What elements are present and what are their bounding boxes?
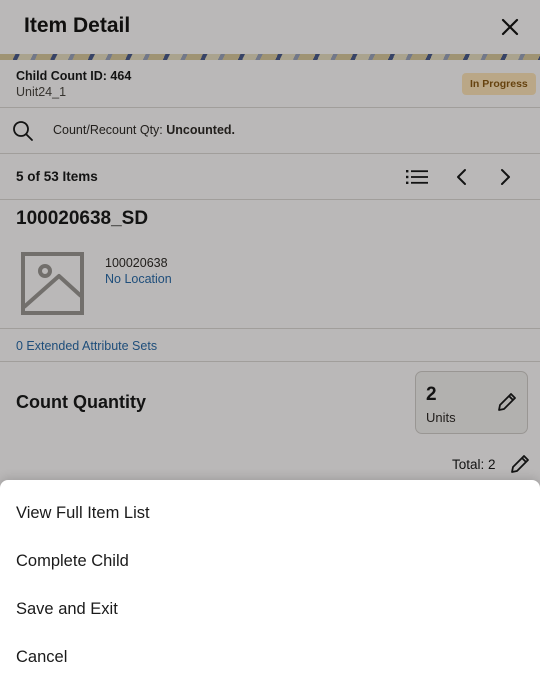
cancel-option[interactable]: Cancel bbox=[16, 648, 67, 667]
save-and-exit-option[interactable]: Save and Exit bbox=[16, 600, 118, 619]
complete-child-option[interactable]: Complete Child bbox=[16, 552, 129, 571]
view-full-item-list-option[interactable]: View Full Item List bbox=[16, 504, 150, 523]
actions-bottom-sheet: View Full Item List Complete Child Save … bbox=[0, 480, 540, 691]
